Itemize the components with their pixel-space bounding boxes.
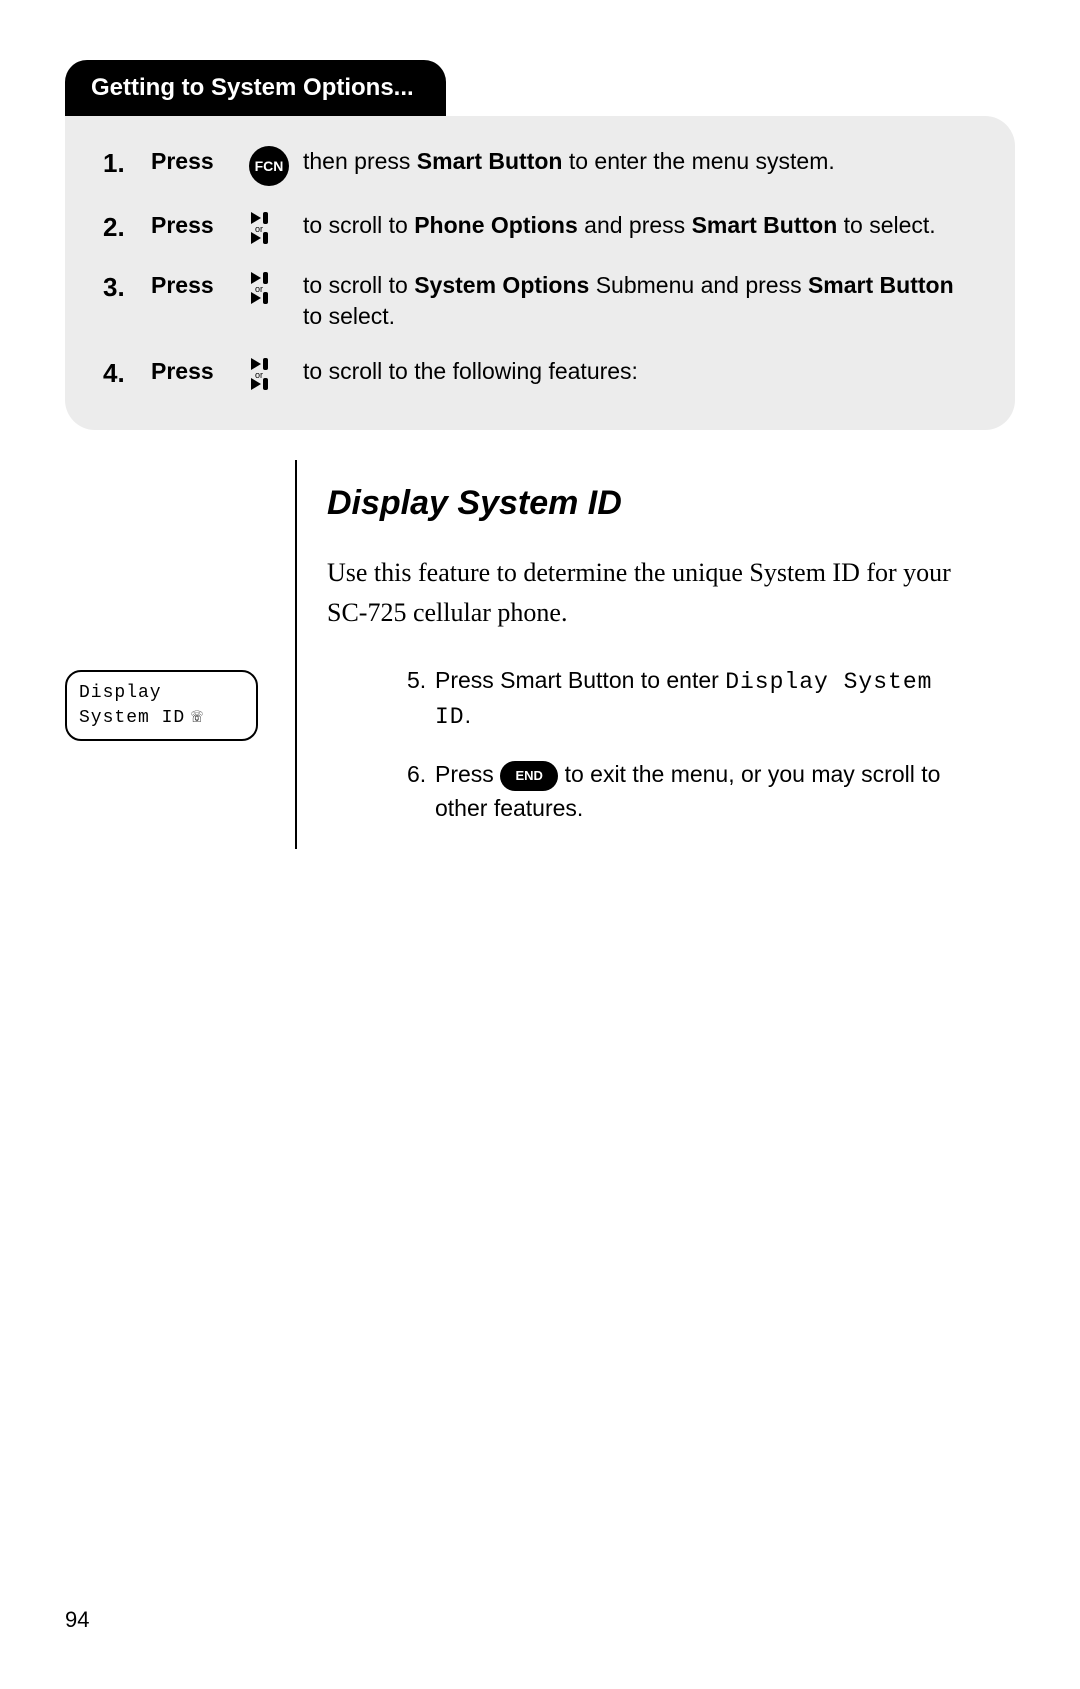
page-number: 94 <box>65 1607 89 1633</box>
svg-text:or: or <box>255 284 263 294</box>
step-number: 1. <box>103 146 145 186</box>
step-text: to scroll to System Options Submenu and … <box>303 270 977 332</box>
step-number: 2. <box>103 210 145 246</box>
scroll-icon-cell: or <box>249 270 297 332</box>
text: to enter the menu system. <box>562 148 834 174</box>
text: and press <box>578 212 692 238</box>
bold-text: Phone Options <box>414 212 578 238</box>
section-heading: Display System ID <box>327 484 975 523</box>
lcd-line: Display <box>79 682 244 705</box>
sub-step-text: Press Smart Button to enter Display Syst… <box>435 664 975 735</box>
fcn-button-cell: FCN <box>249 146 297 186</box>
text: then press <box>303 148 417 174</box>
scroll-icon-cell: or <box>249 210 297 246</box>
sub-steps: 5. Press Smart Button to enter Display S… <box>327 664 975 825</box>
instructions-box: 1. Press FCN then press Smart Button to … <box>65 116 1015 430</box>
svg-text:or: or <box>255 370 263 380</box>
bold-text: Smart Button <box>808 272 954 298</box>
scroll-icon: or <box>249 210 279 246</box>
step-number: 4. <box>103 356 145 392</box>
lead-paragraph: Use this feature to determine the unique… <box>327 553 975 634</box>
text: Submenu and press <box>589 272 808 298</box>
step-text: then press Smart Button to enter the men… <box>303 146 977 186</box>
left-column: Display System ID ☏ <box>65 460 295 849</box>
phone-icon: ☏ <box>191 706 203 728</box>
scroll-icon-cell: or <box>249 356 297 392</box>
step-press-label: Press <box>151 210 243 246</box>
sub-step-number: 5. <box>407 664 435 735</box>
right-column: Display System ID Use this feature to de… <box>327 460 1015 849</box>
text: Press Smart Button to enter <box>435 667 725 693</box>
step-number: 3. <box>103 270 145 332</box>
section-tab: Getting to System Options... <box>65 60 446 116</box>
body-columns: Display System ID ☏ Display System ID Use… <box>65 460 1015 849</box>
sub-step-row: 5. Press Smart Button to enter Display S… <box>407 664 975 735</box>
lcd-line-text: System ID <box>79 708 185 728</box>
bold-text: System Options <box>414 272 589 298</box>
step-text: to scroll to Phone Options and press Sma… <box>303 210 977 246</box>
text: to scroll to the following features: <box>303 358 638 384</box>
vertical-divider <box>295 460 297 849</box>
lcd-line: System ID ☏ <box>79 705 244 730</box>
sub-step-number: 6. <box>407 758 435 825</box>
text: Press <box>435 761 500 787</box>
sub-step-text: Press END to exit the menu, or you may s… <box>435 758 975 825</box>
scroll-icon: or <box>249 270 279 306</box>
fcn-button-icon: FCN <box>249 146 289 186</box>
step-press-label: Press <box>151 270 243 332</box>
text: to select. <box>303 303 395 329</box>
end-button-icon: END <box>500 761 558 791</box>
lcd-display: Display System ID ☏ <box>65 670 258 741</box>
scroll-icon: or <box>249 356 279 392</box>
bold-text: Smart Button <box>417 148 563 174</box>
svg-text:or: or <box>255 224 263 234</box>
step-text: to scroll to the following features: <box>303 356 977 392</box>
step-press-label: Press <box>151 356 243 392</box>
bold-text: Smart Button <box>692 212 838 238</box>
sub-step-row: 6. Press END to exit the menu, or you ma… <box>407 758 975 825</box>
text: to select. <box>837 212 935 238</box>
text: to scroll to <box>303 272 414 298</box>
text: to scroll to <box>303 212 414 238</box>
text: . <box>465 702 471 728</box>
step-press-label: Press <box>151 146 243 186</box>
